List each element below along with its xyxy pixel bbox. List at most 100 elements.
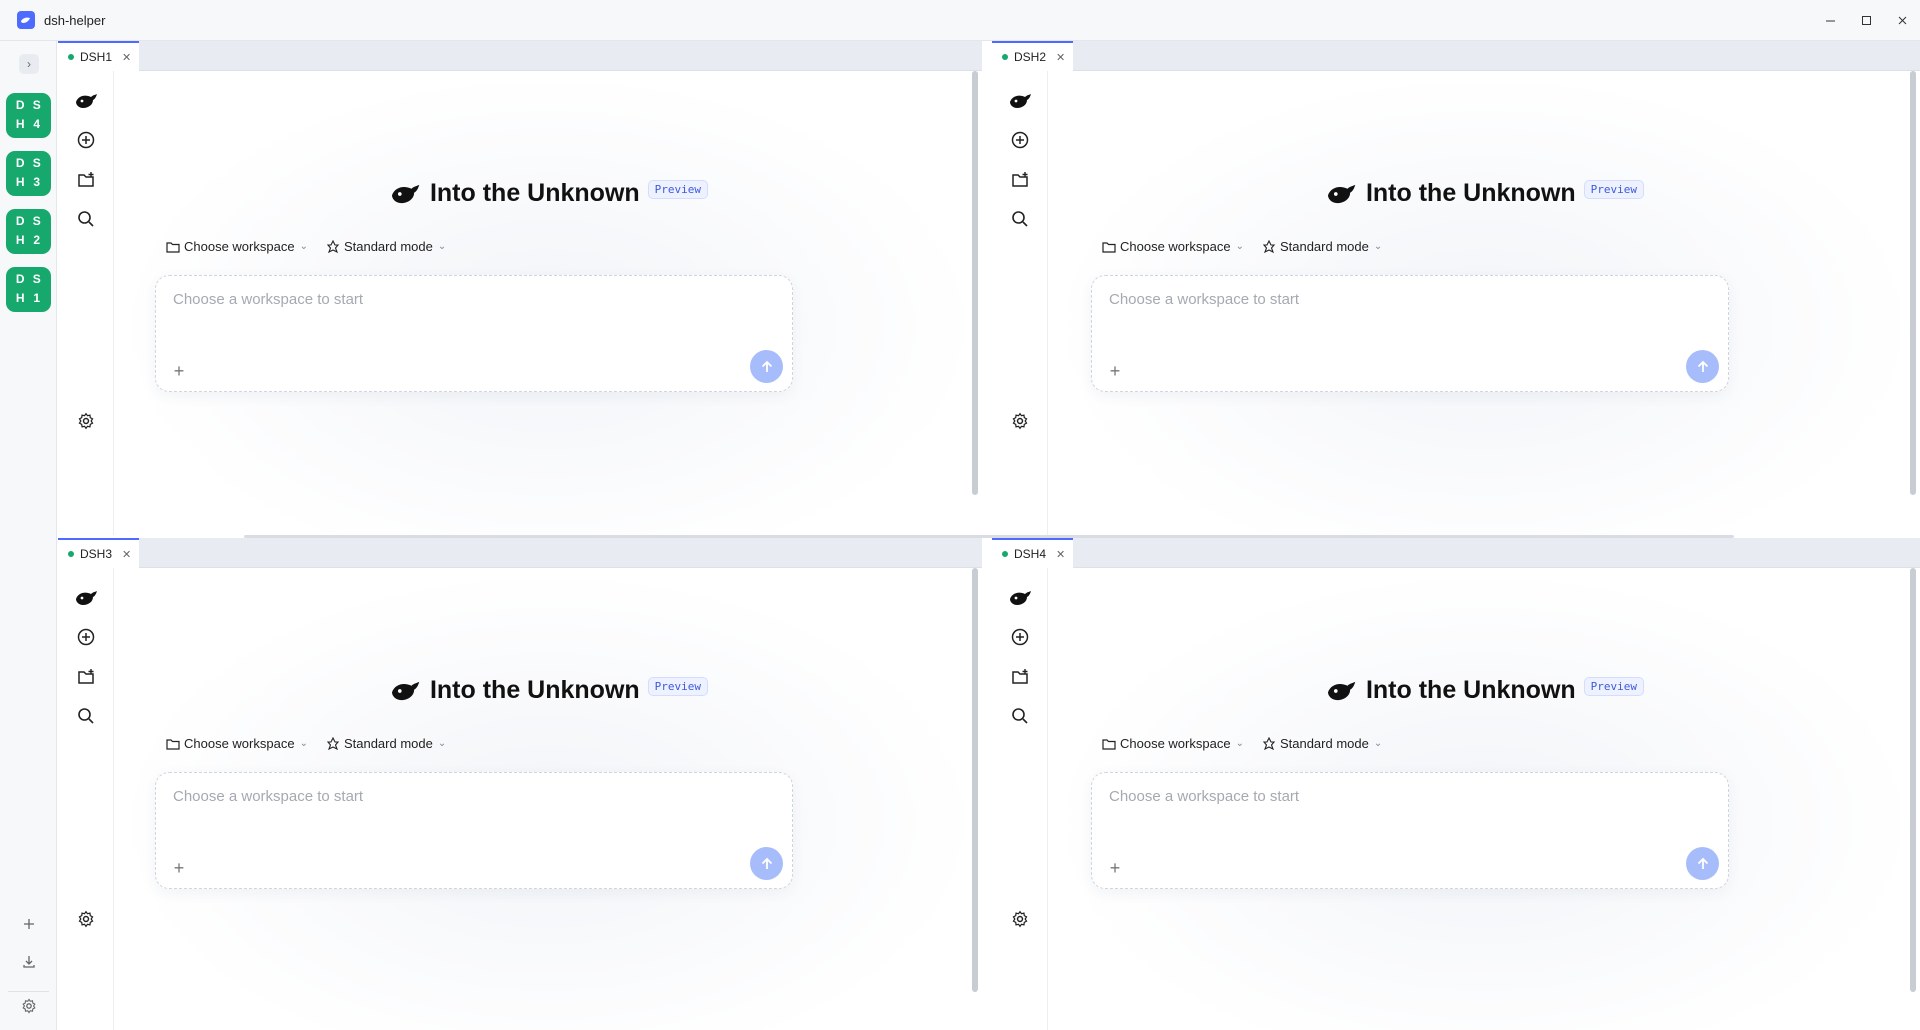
hero-heading: Into the Unknown Preview <box>1048 179 1920 208</box>
chat-input-box[interactable]: Choose a workspace to start + <box>1091 275 1729 392</box>
gear-icon[interactable] <box>0 998 57 1014</box>
search-icon[interactable] <box>1008 704 1032 728</box>
pane-dsh4: DSH4 ✕ Into the Unknown Preview Choose w… <box>992 538 1920 1030</box>
hero-heading: Into the Unknown Preview <box>114 676 982 705</box>
status-dot <box>1002 54 1008 60</box>
session-dsh1[interactable]: D S H 1 <box>6 267 51 312</box>
session-dsh3[interactable]: D S H 3 <box>6 151 51 196</box>
search-icon[interactable] <box>74 207 98 231</box>
workspace-dropdown[interactable]: Choose workspace ⌄ <box>166 239 308 254</box>
maximize-icon[interactable] <box>1848 0 1884 41</box>
new-chat-icon[interactable] <box>1008 128 1032 152</box>
attach-plus-button[interactable]: + <box>169 361 189 381</box>
scrollbar[interactable] <box>972 568 978 992</box>
workspace-dropdown[interactable]: Choose workspace ⌄ <box>1102 736 1244 751</box>
minimize-icon[interactable] <box>1812 0 1848 41</box>
send-button[interactable] <box>1686 847 1719 880</box>
workspace-label: Choose workspace <box>184 239 295 254</box>
search-icon[interactable] <box>1008 207 1032 231</box>
session-letter: H <box>15 116 25 131</box>
chevron-down-icon: ⌄ <box>1235 241 1244 252</box>
attach-plus-button[interactable]: + <box>1105 361 1125 381</box>
download-icon[interactable] <box>0 954 57 970</box>
workspace-label: Choose workspace <box>1120 736 1231 751</box>
close-icon[interactable] <box>1884 0 1920 41</box>
add-folder-icon[interactable] <box>74 168 98 192</box>
add-folder-icon[interactable] <box>1008 665 1032 689</box>
session-letter: 3 <box>33 174 41 189</box>
plus-icon[interactable] <box>0 917 57 931</box>
chat-input-box[interactable]: Choose a workspace to start + <box>155 275 793 392</box>
close-icon[interactable]: ✕ <box>122 548 131 561</box>
folder-icon <box>166 241 180 253</box>
scrollbar[interactable] <box>1910 568 1916 992</box>
mode-dropdown[interactable]: Standard mode ⌄ <box>1262 239 1382 254</box>
tab-bar: DSH1 ✕ <box>58 41 982 71</box>
input-placeholder: Choose a workspace to start <box>173 291 364 308</box>
tab-dsh2[interactable]: DSH2 ✕ <box>992 41 1074 71</box>
add-folder-icon[interactable] <box>1008 168 1032 192</box>
session-letter: 1 <box>33 290 41 305</box>
arrow-up-icon <box>1697 360 1708 372</box>
gear-icon[interactable] <box>1008 409 1032 433</box>
input-placeholder: Choose a workspace to start <box>1109 788 1300 805</box>
send-button[interactable] <box>1686 350 1719 383</box>
session-letter: H <box>15 232 25 247</box>
gear-icon[interactable] <box>74 409 98 433</box>
scrollbar[interactable] <box>1910 71 1916 495</box>
whale-logo-icon[interactable] <box>1008 89 1032 113</box>
gear-icon[interactable] <box>74 907 98 931</box>
status-dot <box>68 54 74 60</box>
chevron-down-icon: ⌄ <box>437 738 447 749</box>
session-letter: S <box>32 214 41 228</box>
rail-divider <box>8 991 49 992</box>
search-icon[interactable] <box>74 704 98 728</box>
send-button[interactable] <box>750 350 783 383</box>
attach-plus-button[interactable]: + <box>1105 858 1125 878</box>
add-folder-icon[interactable] <box>74 665 98 689</box>
side-toolbar <box>58 568 114 1030</box>
scrollbar[interactable] <box>972 71 978 495</box>
session-letter: D <box>15 156 25 170</box>
whale-logo-icon[interactable] <box>1008 586 1032 610</box>
new-chat-icon[interactable] <box>1008 625 1032 649</box>
mode-dropdown[interactable]: Standard mode ⌄ <box>326 736 446 751</box>
whale-logo-icon <box>391 184 420 203</box>
whale-logo-icon[interactable] <box>74 586 98 610</box>
tab-dsh4[interactable]: DSH4 ✕ <box>992 538 1074 568</box>
mode-icon <box>1262 239 1276 253</box>
workspace-dropdown[interactable]: Choose workspace ⌄ <box>1102 239 1244 254</box>
tab-label: DSH2 <box>1014 50 1047 64</box>
chat-input-box[interactable]: Choose a workspace to start + <box>155 772 793 889</box>
session-letter: 4 <box>33 116 41 131</box>
main-content: Into the Unknown Preview Choose workspac… <box>1048 71 1920 535</box>
mode-label: Standard mode <box>343 736 433 751</box>
send-button[interactable] <box>750 847 783 880</box>
close-icon[interactable]: ✕ <box>122 51 131 64</box>
arrow-up-icon <box>761 857 772 869</box>
close-icon[interactable]: ✕ <box>1056 51 1065 64</box>
workspace-dropdown[interactable]: Choose workspace ⌄ <box>166 736 308 751</box>
mode-icon <box>326 239 340 253</box>
new-chat-icon[interactable] <box>74 625 98 649</box>
arrow-up-icon <box>1697 857 1708 869</box>
tab-dsh1[interactable]: DSH1 ✕ <box>58 41 140 71</box>
whale-logo-icon[interactable] <box>74 89 98 113</box>
mode-dropdown[interactable]: Standard mode ⌄ <box>326 239 446 254</box>
close-icon[interactable]: ✕ <box>1056 548 1065 561</box>
session-dsh2[interactable]: D S H 2 <box>6 209 51 254</box>
whale-logo-icon <box>391 681 420 700</box>
session-letter: D <box>15 98 25 112</box>
chat-input-box[interactable]: Choose a workspace to start + <box>1091 772 1729 889</box>
new-chat-icon[interactable] <box>74 128 98 152</box>
attach-plus-button[interactable]: + <box>169 858 189 878</box>
mode-dropdown[interactable]: Standard mode ⌄ <box>1262 736 1382 751</box>
workspace-label: Choose workspace <box>1120 239 1231 254</box>
session-dsh4[interactable]: D S H 4 <box>6 93 51 138</box>
input-placeholder: Choose a workspace to start <box>173 788 364 805</box>
main-content: Into the Unknown Preview Choose workspac… <box>114 71 982 535</box>
tab-dsh3[interactable]: DSH3 ✕ <box>58 538 140 568</box>
mode-label: Standard mode <box>343 239 433 254</box>
chevron-right-icon[interactable]: › <box>19 54 39 74</box>
gear-icon[interactable] <box>1008 907 1032 931</box>
